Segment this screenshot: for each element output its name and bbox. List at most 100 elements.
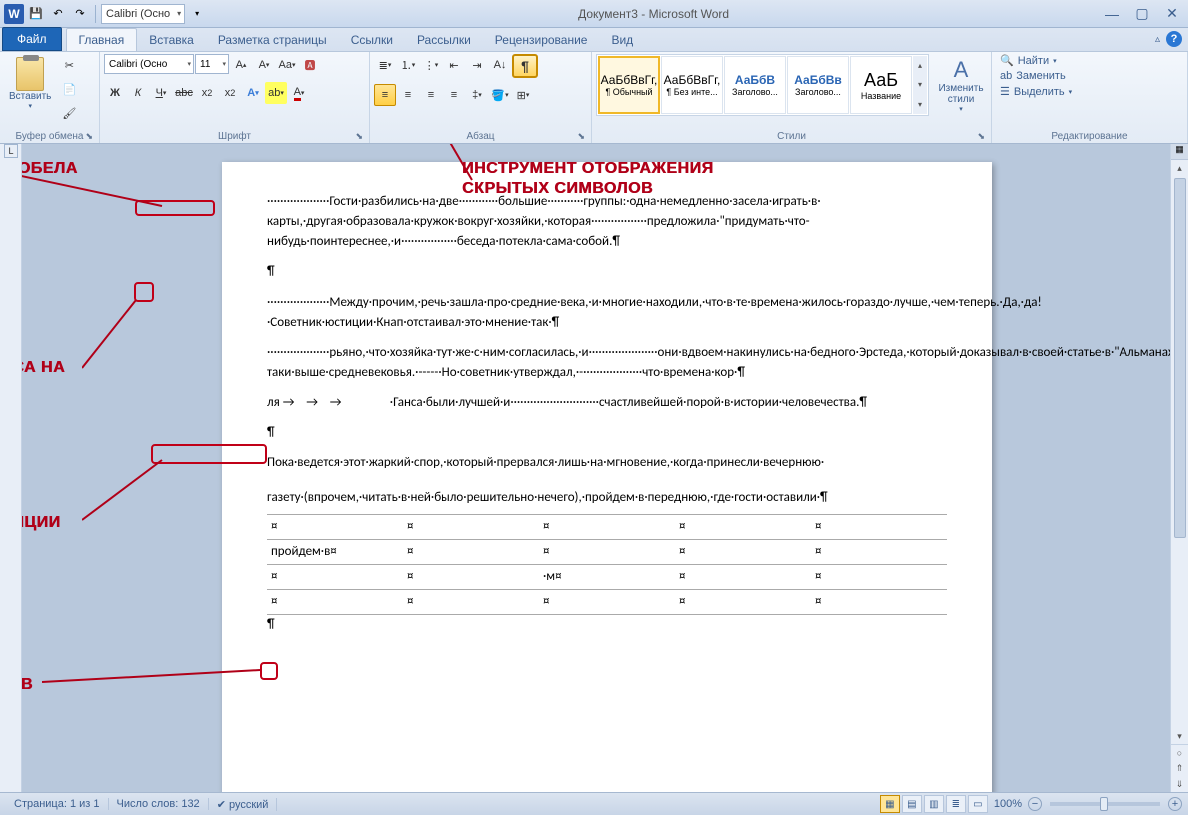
table-cell[interactable]: ¤ (267, 514, 403, 539)
style-normal[interactable]: АаБбВвГг,¶ Обычный (598, 56, 660, 114)
gallery-more-icon[interactable]: ▾ (913, 100, 927, 109)
paragraph[interactable]: ¶ (267, 423, 947, 443)
align-right-icon[interactable]: ≡ (420, 84, 442, 106)
table-cell[interactable]: ¤ (539, 539, 675, 564)
table-cell[interactable]: ¤ (403, 564, 539, 589)
qat-font-combo[interactable]: Calibri (Осно (101, 4, 185, 24)
table-cell[interactable]: ¤ (403, 539, 539, 564)
zoom-slider[interactable] (1050, 802, 1160, 806)
paste-button[interactable]: Вставить ▾ (4, 54, 56, 113)
decrease-indent-icon[interactable]: ⇤ (443, 54, 465, 76)
table-cell[interactable]: ¤ (539, 590, 675, 615)
vertical-scrollbar[interactable]: ▦ ▴ ▾ ○ ⇑ ⇓ (1170, 144, 1188, 792)
paragraph[interactable]: ля → → →·Ганса·были·лучшей·и············… (267, 393, 947, 413)
save-icon[interactable]: 💾 (26, 4, 46, 24)
undo-icon[interactable]: ↶ (48, 4, 68, 24)
table-cell[interactable]: ¤ (403, 514, 539, 539)
paragraph[interactable]: Пока·ведется·этот·жаркий·спор,·который·п… (267, 453, 947, 473)
tab-mailings[interactable]: Рассылки (405, 29, 483, 51)
strike-icon[interactable]: abc (173, 82, 195, 104)
tab-review[interactable]: Рецензирование (483, 29, 600, 51)
close-icon[interactable]: ✕ (1160, 5, 1184, 23)
table-cell[interactable]: ¤ (811, 590, 947, 615)
prev-page-icon[interactable]: ⇑ (1171, 760, 1188, 776)
gallery-down-icon[interactable]: ▾ (913, 80, 927, 89)
table-cell[interactable]: ¤ (675, 539, 811, 564)
minimize-icon[interactable]: — (1100, 5, 1124, 23)
draft-view-icon[interactable]: ▭ (968, 795, 988, 813)
subscript-icon[interactable]: x2 (196, 82, 218, 104)
shrink-font-icon[interactable]: A▾ (253, 54, 275, 76)
style-heading2[interactable]: АаБбВвЗаголово... (787, 56, 849, 114)
change-case-icon[interactable]: Aa▾ (276, 54, 298, 76)
format-painter-icon[interactable]: 🖌 (58, 102, 80, 124)
help-icon[interactable]: ? (1166, 31, 1182, 47)
font-color-icon[interactable]: A▾ (288, 82, 310, 104)
highlight-icon[interactable]: ab▾ (265, 82, 287, 104)
cut-icon[interactable]: ✂ (58, 54, 80, 76)
browse-object-icon[interactable]: ○ (1171, 744, 1188, 760)
word-icon[interactable]: W (4, 4, 24, 24)
italic-icon[interactable]: К (127, 82, 149, 104)
shading-icon[interactable]: 🪣▾ (489, 84, 511, 106)
ruler-toggle-icon[interactable]: ▦ (1171, 144, 1188, 160)
copy-icon[interactable]: 📄 (58, 78, 80, 100)
gallery-up-icon[interactable]: ▴ (913, 61, 927, 70)
full-screen-view-icon[interactable]: ▤ (902, 795, 922, 813)
document-table[interactable]: ¤¤¤¤¤пройдем·в¤¤¤¤¤¤¤·м¤¤¤¤¤¤¤¤ (267, 514, 947, 616)
font-size-combo[interactable]: 11 (195, 54, 229, 74)
scroll-down-icon[interactable]: ▾ (1171, 728, 1188, 744)
tab-view[interactable]: Вид (599, 29, 645, 51)
sort-icon[interactable]: A↓ (489, 54, 511, 76)
status-page[interactable]: Страница: 1 из 1 (6, 798, 109, 810)
replace-button[interactable]: abЗаменить (1000, 70, 1072, 82)
scroll-up-icon[interactable]: ▴ (1171, 160, 1188, 176)
web-layout-view-icon[interactable]: ▥ (924, 795, 944, 813)
style-no-spacing[interactable]: АаБбВвГг,¶ Без инте... (661, 56, 723, 114)
redo-icon[interactable]: ↷ (70, 4, 90, 24)
next-page-icon[interactable]: ⇓ (1171, 776, 1188, 792)
tab-references[interactable]: Ссылки (339, 29, 405, 51)
grow-font-icon[interactable]: A▴ (230, 54, 252, 76)
tab-layout[interactable]: Разметка страницы (206, 29, 339, 51)
borders-icon[interactable]: ⊞▾ (512, 84, 534, 106)
justify-icon[interactable]: ≡ (443, 84, 465, 106)
launcher-icon[interactable]: ⬊ (85, 131, 93, 142)
launcher-icon[interactable]: ⬊ (577, 131, 585, 142)
scroll-thumb[interactable] (1174, 178, 1186, 538)
show-hide-formatting-button[interactable]: ¶ (512, 54, 538, 78)
table-cell[interactable]: ¤ (811, 564, 947, 589)
change-styles-button[interactable]: A Изменить стили ▾ (935, 54, 987, 116)
tab-selector[interactable]: L (4, 144, 18, 158)
launcher-icon[interactable]: ⬊ (355, 131, 363, 142)
table-cell[interactable]: ¤ (403, 590, 539, 615)
paragraph[interactable]: ¶ (267, 262, 947, 282)
table-cell[interactable]: пройдем·в¤ (267, 539, 403, 564)
document-viewport[interactable]: ···················Гости·разбились·на·дв… (22, 144, 1188, 792)
line-spacing-icon[interactable]: ‡▾ (466, 84, 488, 106)
zoom-level[interactable]: 100% (994, 798, 1022, 810)
increase-indent-icon[interactable]: ⇥ (466, 54, 488, 76)
align-center-icon[interactable]: ≡ (397, 84, 419, 106)
table-cell[interactable]: ¤ (267, 564, 403, 589)
vertical-ruler[interactable] (0, 144, 22, 792)
paragraph[interactable]: ¶ (267, 615, 947, 635)
align-left-icon[interactable]: ≡ (374, 84, 396, 106)
paragraph[interactable]: ···················Между·прочим,·речь·за… (267, 293, 947, 333)
status-language[interactable]: ✔ русский (209, 798, 278, 811)
file-tab[interactable]: Файл (2, 27, 62, 51)
style-heading1[interactable]: АаБбВЗаголово... (724, 56, 786, 114)
bullets-icon[interactable]: ≣▾ (374, 54, 396, 76)
paragraph[interactable]: газету·(впрочем,·читать·в·ней·было·решит… (267, 488, 947, 508)
table-cell[interactable]: ·м¤ (539, 564, 675, 589)
print-layout-view-icon[interactable]: ▦ (880, 795, 900, 813)
style-title[interactable]: АаБНазвание (850, 56, 912, 114)
find-button[interactable]: 🔍Найти▾ (1000, 54, 1072, 67)
table-cell[interactable]: ¤ (267, 590, 403, 615)
text-effects-icon[interactable]: A▾ (242, 82, 264, 104)
tab-insert[interactable]: Вставка (137, 29, 206, 51)
table-cell[interactable]: ¤ (811, 514, 947, 539)
font-name-combo[interactable]: Calibri (Осно (104, 54, 194, 74)
table-cell[interactable]: ¤ (539, 514, 675, 539)
multilevel-icon[interactable]: ⋮▾ (420, 54, 442, 76)
